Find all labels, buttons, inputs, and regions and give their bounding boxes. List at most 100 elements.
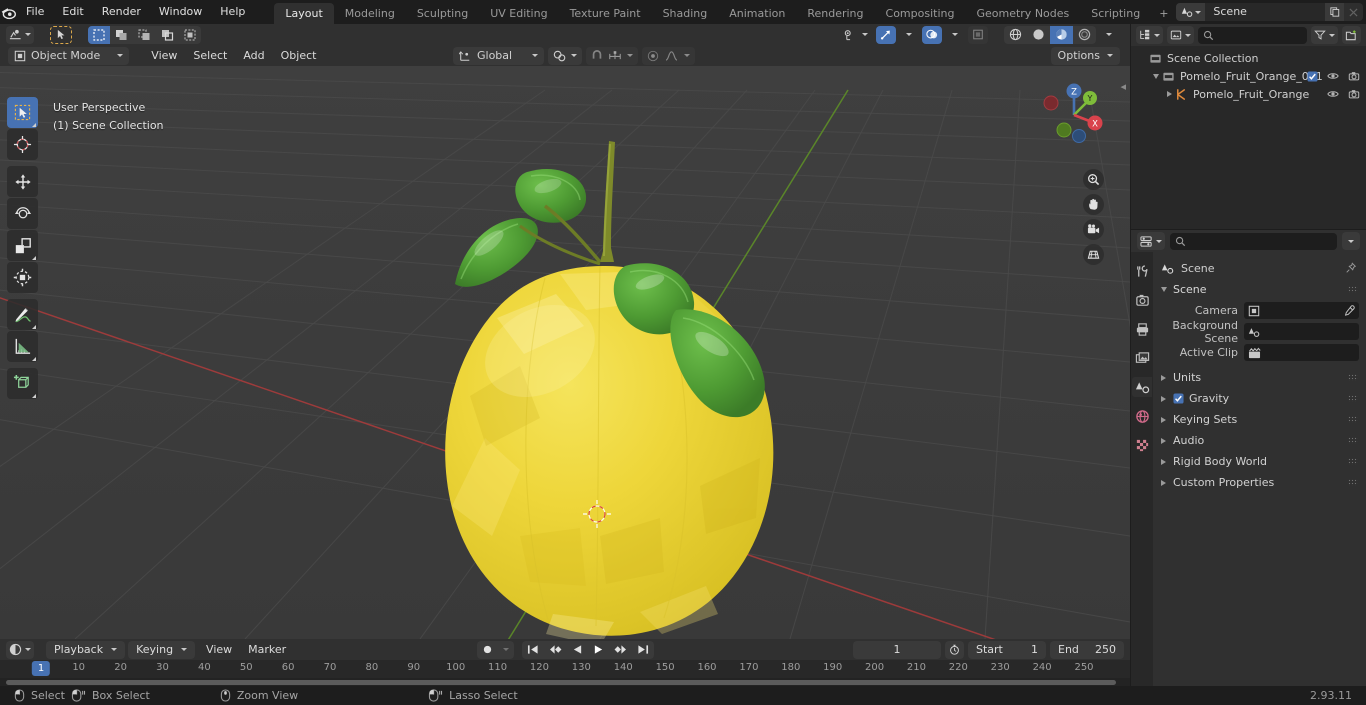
select-intersect-icon[interactable]: [156, 26, 179, 44]
select-extend-icon[interactable]: [110, 26, 133, 44]
outliner-row[interactable]: Pomelo_Fruit_Orange_001: [1131, 67, 1366, 85]
overlays-dropdown[interactable]: [946, 26, 964, 44]
rendered-shading-icon[interactable]: [1073, 26, 1096, 44]
solid-shading-icon[interactable]: [1027, 26, 1050, 44]
play-reverse-icon[interactable]: [567, 641, 588, 659]
overlays-toggle[interactable]: [922, 25, 942, 44]
panel-header-keying-sets[interactable]: Keying Sets: [1153, 409, 1366, 430]
workspace-tab-compositing[interactable]: Compositing: [875, 3, 966, 24]
measure-ruler-icon[interactable]: [7, 331, 38, 362]
menu-window[interactable]: Window: [150, 3, 211, 21]
panel-header-units[interactable]: Units: [1153, 367, 1366, 388]
properties-tab-tool[interactable]: [1132, 261, 1152, 281]
move-icon[interactable]: [7, 166, 38, 197]
panel-header-audio[interactable]: Audio: [1153, 430, 1366, 451]
zoom-icon[interactable]: [1083, 169, 1104, 190]
outliner-filter-id-icon[interactable]: [1167, 26, 1194, 44]
visibility-dropdown[interactable]: [840, 26, 872, 44]
viewport-menu-view[interactable]: View: [143, 47, 185, 65]
wireframe-shading-icon[interactable]: [1004, 26, 1027, 44]
exclude-checkbox[interactable]: [1307, 70, 1318, 82]
rotate-icon[interactable]: [7, 198, 38, 229]
auto-keying-toggle[interactable]: [945, 640, 964, 659]
menu-help[interactable]: Help: [211, 3, 254, 21]
outliner-filter-icon[interactable]: [1311, 26, 1338, 44]
workspace-tab-animation[interactable]: Animation: [718, 3, 796, 24]
hide-in-viewport-icon[interactable]: [1327, 88, 1339, 100]
add-workspace-button[interactable]: +: [1151, 3, 1176, 24]
material-preview-icon[interactable]: [1050, 25, 1073, 44]
properties-tab-scene[interactable]: [1132, 377, 1152, 397]
jump-to-end-icon[interactable]: [632, 641, 654, 659]
hide-in-viewport-icon[interactable]: [1327, 70, 1339, 82]
workspace-tab-modeling[interactable]: Modeling: [334, 3, 406, 24]
end-frame-field[interactable]: End 250: [1050, 640, 1124, 659]
workspace-tab-rendering[interactable]: Rendering: [796, 3, 874, 24]
menu-edit[interactable]: Edit: [53, 3, 92, 21]
outliner-row[interactable]: Scene Collection: [1131, 49, 1366, 67]
transform-orientation-selector[interactable]: Global: [453, 46, 545, 65]
workspace-tab-texture-paint[interactable]: Texture Paint: [559, 3, 652, 24]
workspace-tab-geometry-nodes[interactable]: Geometry Nodes: [965, 3, 1080, 24]
disable-in-render-icon[interactable]: [1348, 70, 1360, 82]
chevron-down-icon[interactable]: [1150, 73, 1162, 79]
scene-selector[interactable]: Scene: [1176, 3, 1364, 21]
snap-target-selector[interactable]: [548, 46, 583, 65]
workspace-tab-scripting[interactable]: Scripting: [1080, 3, 1151, 24]
outliner-search-input[interactable]: [1198, 26, 1307, 44]
viewport-options-dropdown[interactable]: Options: [1050, 46, 1120, 65]
properties-tab-output[interactable]: [1132, 319, 1152, 339]
menu-file[interactable]: File: [17, 3, 53, 21]
editor-type-3dview-icon[interactable]: [6, 25, 34, 44]
camera-view-icon[interactable]: [1083, 219, 1104, 240]
scene-name[interactable]: Scene: [1205, 3, 1326, 21]
pan-hand-icon[interactable]: [1083, 194, 1104, 215]
unlink-scene-button[interactable]: [1344, 3, 1364, 21]
outliner-display-mode-icon[interactable]: [1136, 26, 1163, 44]
gizmo-dropdown[interactable]: [900, 26, 918, 44]
select-box-icon[interactable]: [88, 25, 110, 44]
viewport-menu-object[interactable]: Object: [273, 47, 325, 65]
properties-tab-world[interactable]: [1132, 406, 1152, 426]
jump-to-prev-keyframe-icon[interactable]: [544, 641, 567, 659]
sidebar-collapse-arrow-icon[interactable]: ◂: [1120, 80, 1126, 93]
navigation-gizmo[interactable]: Z Y X: [1034, 75, 1108, 149]
timeline-scrollbar[interactable]: [0, 678, 1130, 686]
disable-in-render-icon[interactable]: [1348, 88, 1360, 100]
cursor-tool-icon[interactable]: [50, 25, 72, 44]
properties-options-dropdown[interactable]: [1342, 232, 1360, 250]
properties-tab-view-layer[interactable]: [1132, 348, 1152, 368]
play-icon[interactable]: [588, 641, 609, 659]
viewport-canvas[interactable]: User Perspective (1) Scene Collection Z …: [0, 66, 1130, 639]
property-value-field[interactable]: [1244, 323, 1359, 340]
record-icon[interactable]: [477, 641, 498, 659]
property-value-field[interactable]: [1244, 344, 1359, 361]
add-cube-icon[interactable]: [7, 368, 38, 399]
properties-tab-texture[interactable]: [1132, 435, 1152, 455]
menu-render[interactable]: Render: [93, 3, 150, 21]
property-value-field[interactable]: [1244, 302, 1359, 319]
proportional-editing-group[interactable]: [642, 46, 696, 65]
record-dropdown[interactable]: [498, 641, 514, 659]
select-subtract-icon[interactable]: [133, 26, 156, 44]
outliner-row[interactable]: Pomelo_Fruit_Orange: [1131, 85, 1366, 103]
panel-header-gravity[interactable]: Gravity: [1153, 388, 1366, 409]
viewport-menu-select[interactable]: Select: [185, 47, 235, 65]
timeline-ruler[interactable]: 10 20 30 40 50 60 70 80 90 100 110 120 130 140 150 160 1…: [0, 660, 1130, 678]
scale-icon[interactable]: [7, 230, 38, 261]
chevron-right-icon[interactable]: [1163, 91, 1175, 97]
annotate-pencil-icon[interactable]: [7, 299, 38, 330]
xray-toggle[interactable]: [968, 25, 988, 44]
properties-search-input[interactable]: [1170, 232, 1337, 250]
panel-header-rigid-body-world[interactable]: Rigid Body World: [1153, 451, 1366, 472]
workspace-tab-sculpting[interactable]: Sculpting: [406, 3, 479, 24]
viewport-menu-add[interactable]: Add: [235, 47, 272, 65]
snap-magnet-group[interactable]: [586, 46, 639, 65]
new-collection-icon[interactable]: [1342, 26, 1361, 44]
jump-to-next-keyframe-icon[interactable]: [609, 641, 632, 659]
cursor-arrow-icon[interactable]: [7, 97, 38, 128]
mode-selector[interactable]: Object Mode: [8, 46, 130, 65]
current-frame-field[interactable]: 1: [853, 640, 941, 659]
panel-header-custom-properties[interactable]: Custom Properties: [1153, 472, 1366, 493]
jump-to-start-icon[interactable]: [522, 641, 544, 659]
